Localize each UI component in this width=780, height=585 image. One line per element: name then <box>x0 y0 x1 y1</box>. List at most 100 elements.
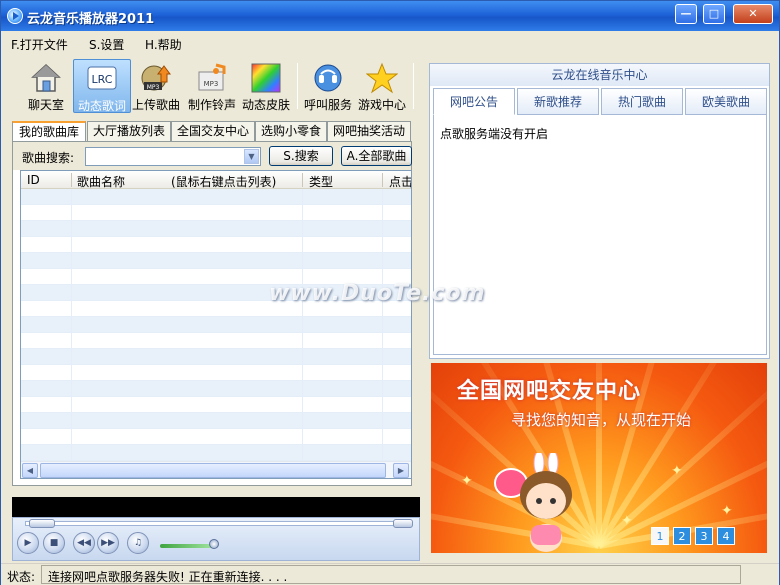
stop-icon[interactable]: ■ <box>43 532 65 554</box>
table-row[interactable] <box>21 189 411 205</box>
table-header: ID 歌曲名称 (鼠标右键点击列表) 类型 点击 <box>21 171 411 189</box>
tab-dating-center[interactable]: 全国交友中心 <box>171 121 255 141</box>
banner-subtitle: 寻找您的知音，从现在开始 <box>511 411 692 429</box>
column-header-song-name[interactable]: 歌曲名称 <box>77 173 125 190</box>
app-window: 云龙音乐播放器2011 — □ ✕ F.打开文件 S.设置 H.帮助 聊天室 L… <box>0 0 780 585</box>
tool-call-service[interactable]: 呼叫服务 <box>299 59 357 113</box>
lrc-badge: LRC <box>92 73 113 86</box>
table-row[interactable] <box>21 349 411 365</box>
scroll-right-icon[interactable]: ▶ <box>393 463 409 478</box>
table-row[interactable] <box>21 333 411 349</box>
tool-upload[interactable]: MP3 上传歌曲 <box>127 59 185 113</box>
horizontal-scrollbar[interactable]: ◀ ▶ <box>21 461 411 478</box>
tool-chatroom[interactable]: 聊天室 <box>17 59 75 113</box>
column-header-type[interactable]: 类型 <box>309 173 333 190</box>
menu-bar: F.打开文件 S.设置 H.帮助 <box>1 31 779 55</box>
seek-track[interactable] <box>25 521 411 526</box>
tab-hot-songs[interactable]: 热门歌曲 <box>601 88 683 115</box>
table-row[interactable] <box>21 205 411 221</box>
tool-game-center[interactable]: 游戏中心 <box>353 59 411 113</box>
upload-mp3-icon: MP3 <box>140 62 172 94</box>
tab-snacks[interactable]: 选购小零食 <box>255 121 327 141</box>
tab-new-songs[interactable]: 新歌推荐 <box>517 88 599 115</box>
online-music-center: 云龙在线音乐中心 网吧公告 新歌推荐 热门歌曲 欧美歌曲 点歌服务端没有开启 <box>429 63 770 359</box>
scroll-thumb[interactable] <box>40 463 386 478</box>
minimize-button[interactable]: — <box>675 4 697 24</box>
sparkle-icon: ✦ <box>621 513 633 529</box>
chevron-down-icon[interactable]: ▼ <box>244 149 259 164</box>
close-button[interactable]: ✕ <box>733 4 773 24</box>
tool-label: 呼叫服务 <box>303 98 352 112</box>
play-icon[interactable]: ▶ <box>17 532 39 554</box>
song-library-panel: 歌曲搜索: ▼ S.搜索 A.全部歌曲 ID 歌曲名称 (鼠标右键点击列表) 类… <box>12 141 412 486</box>
next-icon[interactable]: ▶▶ <box>97 532 119 554</box>
tool-label: 制作铃声 <box>187 98 236 112</box>
tool-ringtone[interactable]: MP3 制作铃声 <box>183 59 241 113</box>
table-row[interactable] <box>21 237 411 253</box>
title-bar[interactable]: 云龙音乐播放器2011 — □ ✕ <box>1 1 779 31</box>
notice-content: 点歌服务端没有开启 <box>433 115 767 355</box>
volume-icon[interactable]: ♫ <box>127 532 149 554</box>
tool-skin[interactable]: 动态皮肤 <box>237 59 295 113</box>
banner-page-1[interactable]: 1 <box>651 527 669 545</box>
song-search-combobox[interactable]: ▼ <box>85 147 261 166</box>
table-row[interactable] <box>21 365 411 381</box>
all-songs-button[interactable]: A.全部歌曲 <box>341 146 412 166</box>
toolbar-separator <box>297 63 298 109</box>
search-button[interactable]: S.搜索 <box>269 146 333 166</box>
tab-notice[interactable]: 网吧公告 <box>433 88 515 115</box>
tool-lyrics[interactable]: LRC 动态歌词 <box>73 59 131 113</box>
toolbar-separator <box>413 63 414 109</box>
previous-icon[interactable]: ◀◀ <box>73 532 95 554</box>
search-row: 歌曲搜索: ▼ S.搜索 A.全部歌曲 <box>13 142 412 170</box>
notice-text: 点歌服务端没有开启 <box>440 127 549 141</box>
skin-color-icon <box>250 62 282 94</box>
call-service-icon <box>312 62 344 94</box>
toolbar: 聊天室 LRC 动态歌词 MP3 上传歌曲 MP3 制作铃声 动态皮肤 呼叫服务… <box>9 59 422 117</box>
tab-lottery[interactable]: 网吧抽奖活动 <box>327 121 411 141</box>
table-row[interactable] <box>21 221 411 237</box>
scroll-left-icon[interactable]: ◀ <box>22 463 38 478</box>
player-bar: ▶ ■ ◀◀ ▶▶ ♫ <box>12 517 420 561</box>
banner-page-3[interactable]: 3 <box>695 527 713 545</box>
sparkle-icon: ✦ <box>461 473 473 489</box>
banner-page-4[interactable]: 4 <box>717 527 735 545</box>
lrc-icon: LRC <box>86 63 118 95</box>
tool-label: 动态皮肤 <box>241 98 290 112</box>
tab-hall-playlist[interactable]: 大厅播放列表 <box>87 121 171 141</box>
tab-western-songs[interactable]: 欧美歌曲 <box>685 88 767 115</box>
volume-slider-track[interactable] <box>160 544 212 548</box>
tab-my-library[interactable]: 我的歌曲库 <box>12 121 86 142</box>
table-row[interactable] <box>21 253 411 269</box>
window-title: 云龙音乐播放器2011 <box>27 12 155 27</box>
maximize-button[interactable]: □ <box>703 4 725 24</box>
tool-label: 上传歌曲 <box>131 98 180 112</box>
table-row[interactable] <box>21 445 411 461</box>
status-bar: 状态: 连接网吧点歌服务器失败! 正在重新连接. . . . <box>1 563 779 585</box>
tool-label: 游戏中心 <box>357 98 406 112</box>
seek-end-handle[interactable] <box>393 519 413 528</box>
ringtone-mp3-icon: MP3 <box>196 62 228 94</box>
seek-handle[interactable] <box>29 519 55 528</box>
column-header-hint: (鼠标右键点击列表) <box>171 175 277 189</box>
volume-slider-knob[interactable] <box>209 539 219 549</box>
search-label: 歌曲搜索: <box>22 151 75 165</box>
song-table[interactable]: ID 歌曲名称 (鼠标右键点击列表) 类型 点击 ◀ ▶ <box>20 170 412 479</box>
column-header-id[interactable]: ID <box>27 173 40 187</box>
table-row[interactable] <box>21 429 411 445</box>
visualizer-screen <box>12 497 420 517</box>
table-row[interactable] <box>21 397 411 413</box>
table-row[interactable] <box>21 381 411 397</box>
tool-label: 聊天室 <box>27 98 64 112</box>
table-row[interactable] <box>21 413 411 429</box>
column-header-clicks[interactable]: 点击 <box>389 173 411 190</box>
banner-page-2[interactable]: 2 <box>673 527 691 545</box>
menu-settings[interactable]: S.设置 <box>89 36 124 53</box>
online-tabs: 网吧公告 新歌推荐 热门歌曲 欧美歌曲 <box>433 88 767 116</box>
home-icon <box>30 62 62 94</box>
menu-help[interactable]: H.帮助 <box>145 36 182 53</box>
table-row[interactable] <box>21 317 411 333</box>
menu-open-file[interactable]: F.打开文件 <box>11 36 68 53</box>
online-center-title: 云龙在线音乐中心 <box>430 64 769 86</box>
dating-center-banner[interactable]: ✦ ✦ ✦ ✦ 全国网吧交友中心 寻找您的知音，从现在开始 1 2 3 4 <box>431 363 767 553</box>
